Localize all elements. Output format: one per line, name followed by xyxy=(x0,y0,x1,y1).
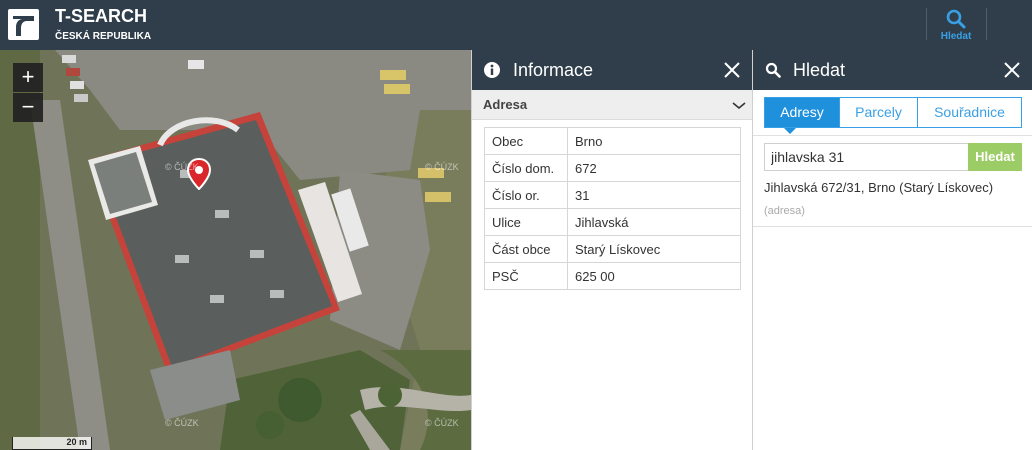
aerial-imagery xyxy=(0,50,471,450)
table-row: Číslo dom. 672 xyxy=(484,154,741,182)
scale-label: 20 m xyxy=(66,437,87,447)
header-divider xyxy=(926,8,927,40)
table-row: PSČ 625 00 xyxy=(484,262,741,290)
active-tab-indicator xyxy=(784,128,796,134)
close-icon[interactable] xyxy=(1002,60,1022,80)
result-type: (adresa) xyxy=(764,205,805,217)
search-submit-button[interactable]: Hledat xyxy=(968,143,1022,171)
tab-souradnice[interactable]: Souřadnice xyxy=(918,97,1022,128)
map-watermark: © ČÚZK xyxy=(165,162,199,172)
scale-bar: 20 m xyxy=(12,437,92,450)
divider xyxy=(753,135,1032,136)
row-key: Ulice xyxy=(484,208,568,236)
close-icon[interactable] xyxy=(722,60,742,80)
table-row: Část obce Starý Lískovec xyxy=(484,235,741,263)
tab-adresy[interactable]: Adresy xyxy=(764,97,840,128)
chevron-down-icon xyxy=(732,102,746,110)
info-panel-title: Informace xyxy=(513,60,594,80)
row-key: PSČ xyxy=(484,262,568,290)
search-result-item[interactable]: Jihlavská 672/31, Brno (Starý Lískovec) … xyxy=(753,177,1032,227)
map-view[interactable]: + − © ČÚZK © ČÚZK © ČÚZK © ČÚZK 20 m xyxy=(0,50,471,450)
zoom-in-button[interactable]: + xyxy=(13,63,43,92)
search-type-tabs: Adresy Parcely Souřadnice xyxy=(764,97,1022,128)
table-row: Číslo or. 31 xyxy=(484,181,741,209)
row-value: 31 xyxy=(567,181,741,209)
result-title: Jihlavská 672/31, Brno (Starý Lískovec) xyxy=(764,180,994,195)
search-input[interactable] xyxy=(764,143,968,171)
zoom-out-button[interactable]: − xyxy=(13,93,43,122)
tsearch-logo-icon[interactable] xyxy=(8,9,39,40)
search-panel-title: Hledat xyxy=(793,60,846,80)
info-panel: Informace Adresa Obec Brno Číslo dom. 672 … xyxy=(471,50,752,450)
app-title: T-SEARCH xyxy=(55,6,148,26)
search-panel-header: Hledat xyxy=(753,50,1032,90)
header-divider xyxy=(986,8,987,40)
info-panel-header: Informace xyxy=(472,50,752,90)
row-key: Číslo or. xyxy=(484,181,568,209)
app-subtitle: ČESKÁ REPUBLIKA xyxy=(55,31,152,42)
row-value: Brno xyxy=(567,127,741,155)
tab-parcely[interactable]: Parcely xyxy=(840,97,918,128)
map-watermark: © ČÚZK xyxy=(165,418,199,428)
info-icon xyxy=(484,62,500,78)
row-value: Starý Lískovec xyxy=(567,235,741,263)
row-key: Část obce xyxy=(484,235,568,263)
row-value: 625 00 xyxy=(567,262,741,290)
search-icon xyxy=(765,62,781,78)
search-icon xyxy=(946,9,966,29)
address-section-toggle[interactable]: Adresa xyxy=(472,90,752,120)
address-table: Obec Brno Číslo dom. 672 Číslo or. 31 Ulice… xyxy=(484,127,741,290)
table-row: Obec Brno xyxy=(484,127,741,155)
map-watermark: © ČÚZK xyxy=(425,418,459,428)
row-value: 672 xyxy=(567,154,741,182)
header-search-button[interactable]: Hledat xyxy=(930,6,982,46)
header-search-label: Hledat xyxy=(940,31,972,42)
row-value: Jihlavská xyxy=(567,208,741,236)
app-header: T-SEARCH ČESKÁ REPUBLIKA Hledat xyxy=(0,0,1032,50)
section-title: Adresa xyxy=(483,97,528,112)
row-key: Číslo dom. xyxy=(484,154,568,182)
table-row: Ulice Jihlavská xyxy=(484,208,741,236)
search-panel: Hledat Adresy Parcely Souřadnice Hledat … xyxy=(752,50,1032,450)
row-key: Obec xyxy=(484,127,568,155)
map-watermark: © ČÚZK xyxy=(425,162,459,172)
